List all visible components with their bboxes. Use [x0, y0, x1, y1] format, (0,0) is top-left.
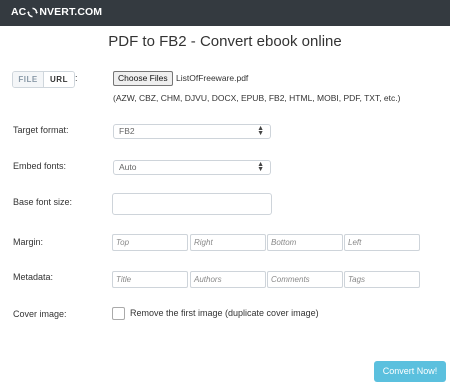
- remove-first-image-checkbox[interactable]: [112, 307, 125, 320]
- metadata-authors-input[interactable]: Authors: [190, 271, 266, 288]
- margin-label: Margin:: [13, 237, 44, 247]
- url-tab[interactable]: URL: [44, 72, 74, 87]
- file-tab[interactable]: FILE: [13, 72, 44, 87]
- base-font-size-input[interactable]: [112, 193, 272, 215]
- choose-files-button[interactable]: Choose Files: [113, 71, 173, 86]
- margin-right-input[interactable]: Right: [190, 234, 266, 251]
- convert-now-button[interactable]: Convert Now!: [374, 361, 446, 382]
- remove-first-image-label[interactable]: Remove the first image (duplicate cover …: [130, 308, 319, 318]
- page-title: PDF to FB2 - Convert ebook online: [108, 33, 342, 50]
- target-format-label: Target format:: [13, 125, 69, 135]
- base-font-size-label: Base font size:: [13, 197, 73, 207]
- metadata-comments-input[interactable]: Comments: [267, 271, 343, 288]
- source-colon: :: [75, 73, 78, 83]
- supported-formats-text: (AZW, CBZ, CHM, DJVU, DOCX, EPUB, FB2, H…: [113, 93, 401, 103]
- site-logo[interactable]: AC NVERT.COM: [11, 6, 102, 18]
- convert-arrows-icon: [27, 7, 39, 17]
- margin-left-input[interactable]: Left: [344, 234, 420, 251]
- logo-text-start: AC: [11, 6, 27, 18]
- logo-text-end: NVERT.COM: [39, 6, 103, 18]
- source-toggle: FILE URL: [12, 71, 75, 88]
- cover-image-label: Cover image:: [13, 309, 67, 319]
- select-caret-icon: ▲ ▼: [257, 125, 264, 137]
- margin-bottom-input[interactable]: Bottom: [267, 234, 343, 251]
- metadata-title-input[interactable]: Title: [112, 271, 188, 288]
- selected-file-name: ListOfFreeware.pdf: [176, 73, 249, 83]
- select-caret-icon: ▲ ▼: [257, 161, 264, 173]
- metadata-label: Metadata:: [13, 272, 54, 282]
- metadata-tags-input[interactable]: Tags: [344, 271, 420, 288]
- target-format-value: FB2: [119, 126, 135, 136]
- embed-fonts-value: Auto: [119, 162, 137, 172]
- margin-top-input[interactable]: Top: [112, 234, 188, 251]
- top-navbar: AC NVERT.COM: [0, 0, 450, 26]
- target-format-select[interactable]: FB2 ▲ ▼: [113, 124, 271, 139]
- embed-fonts-select[interactable]: Auto ▲ ▼: [113, 160, 271, 175]
- embed-fonts-label: Embed fonts:: [13, 161, 67, 171]
